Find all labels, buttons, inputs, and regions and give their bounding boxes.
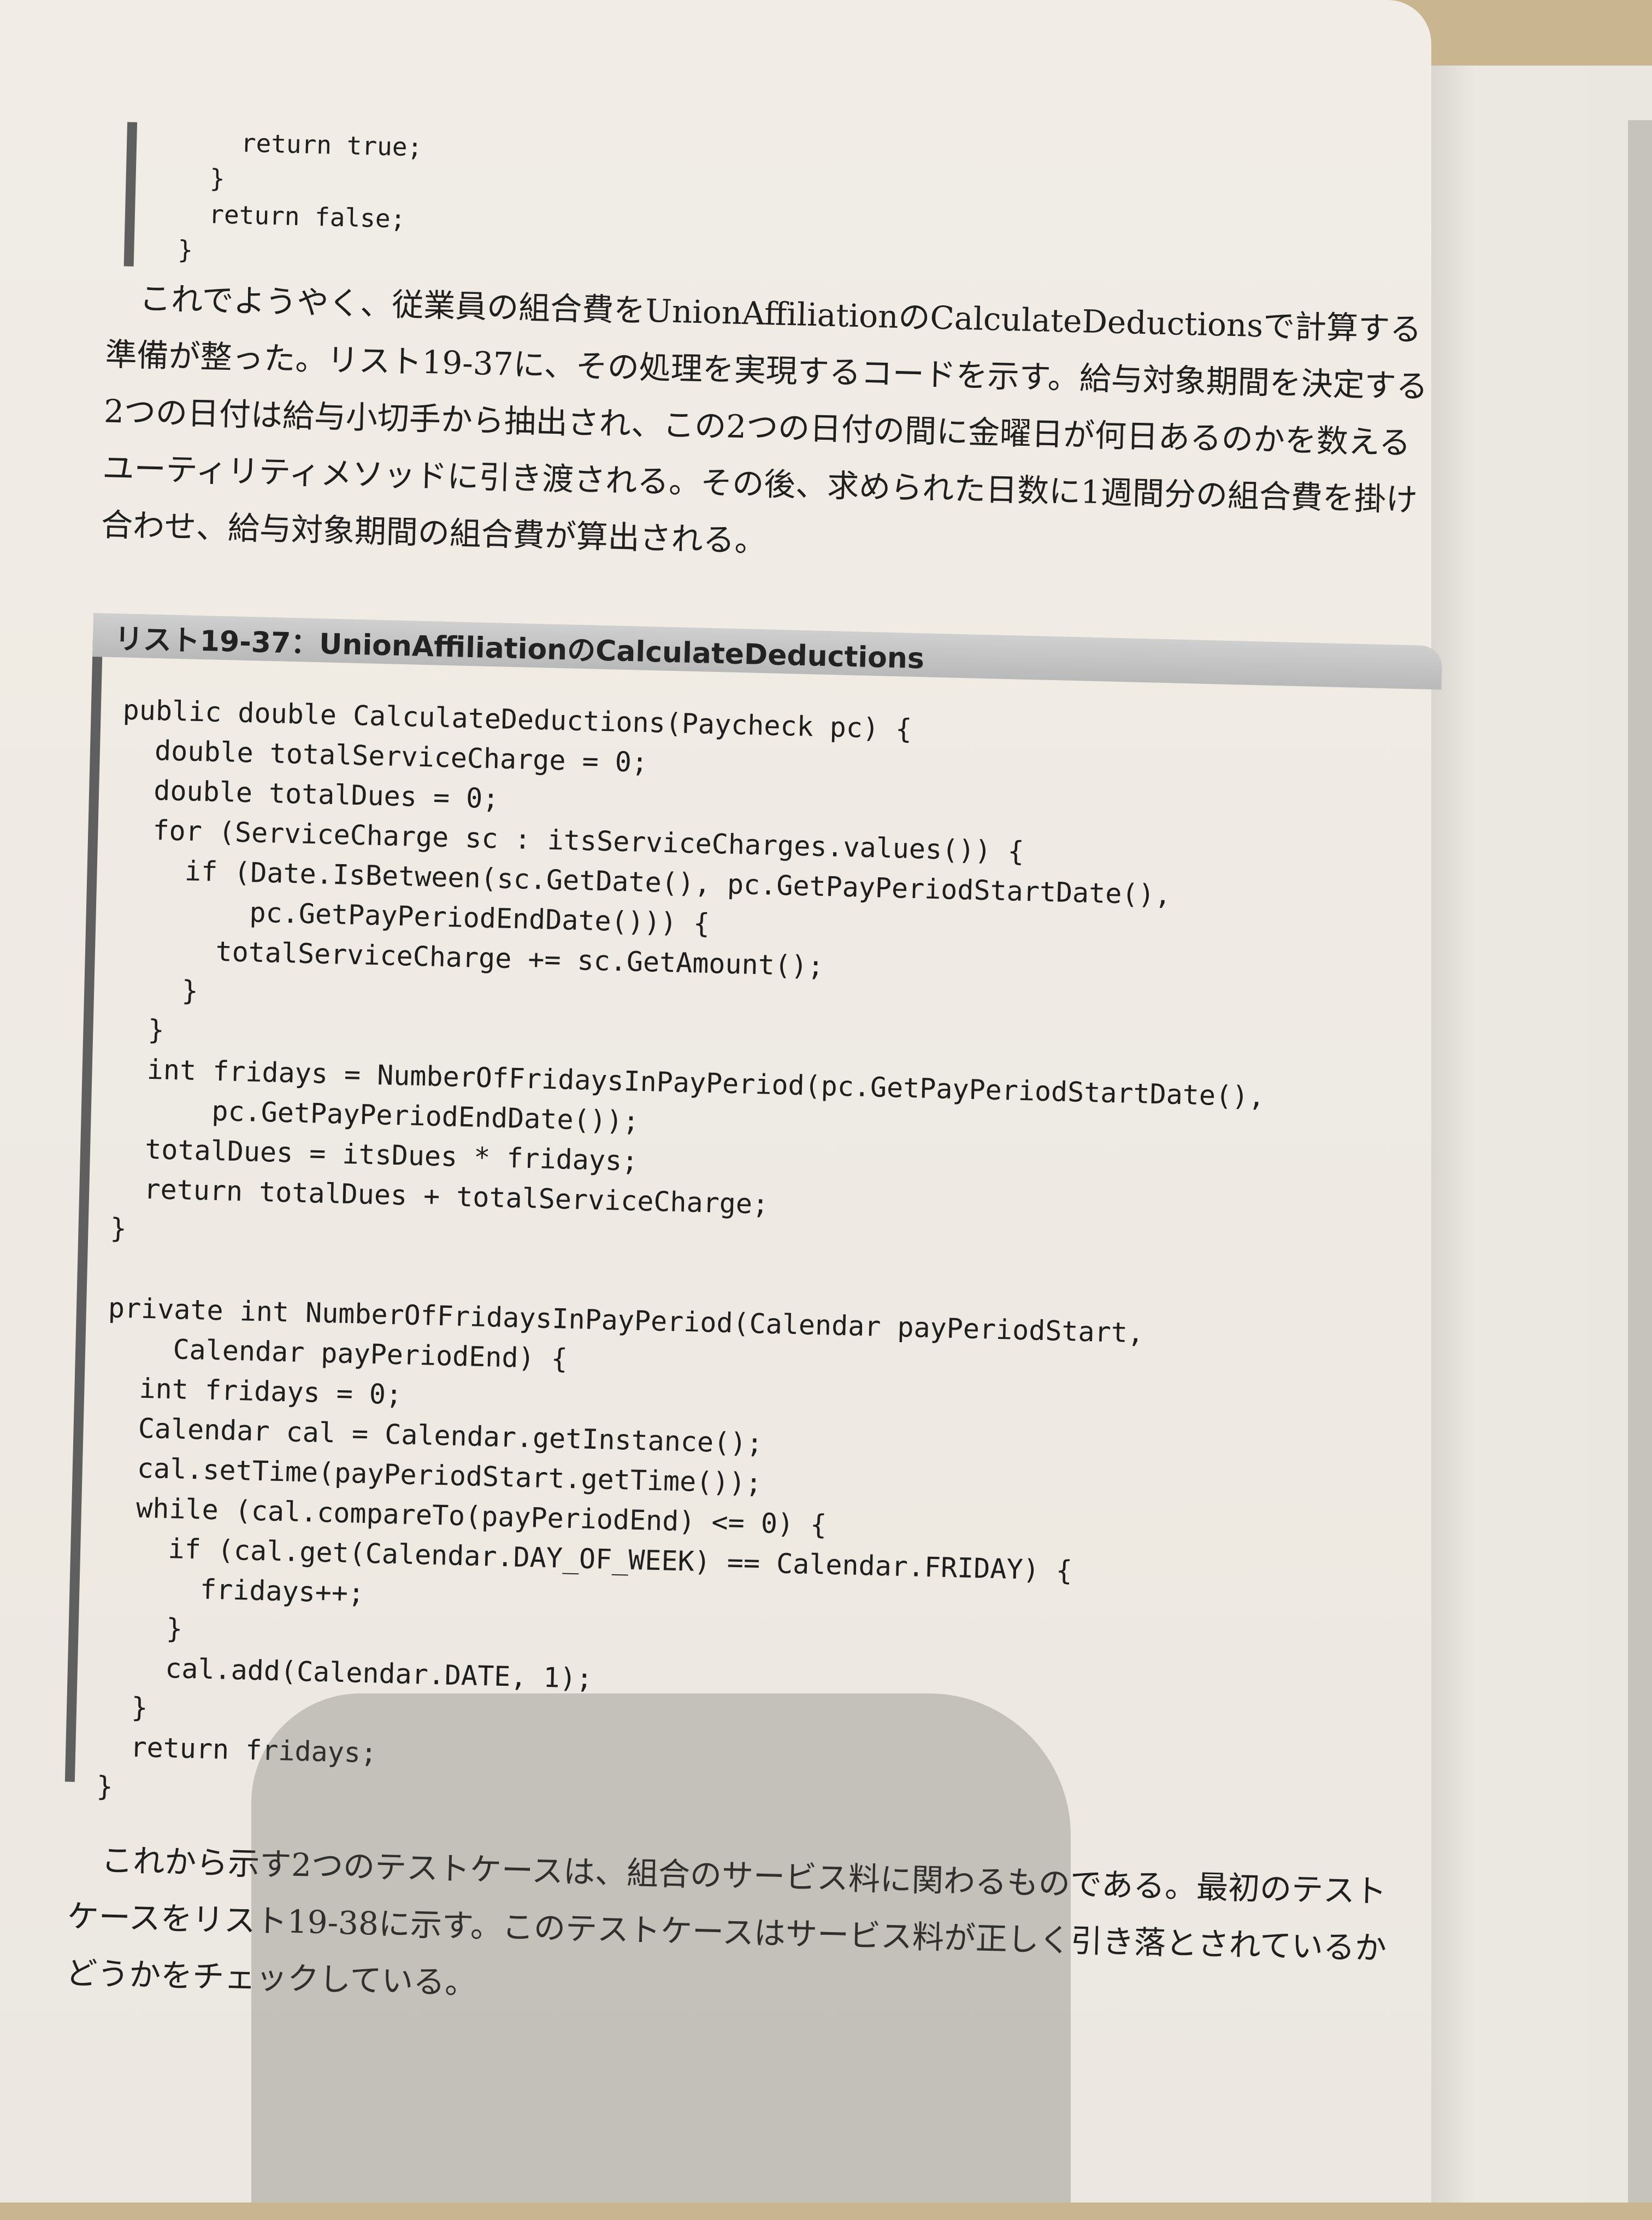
hand-shadow [251,1693,1071,2203]
listing-header: リスト19-37：UnionAffiliationのCalculateDeduc… [92,613,1443,690]
code-listing: リスト19-37：UnionAffiliationのCalculateDeduc… [64,613,1443,1815]
listing-code: public double CalculateDeductions(Payche… [96,694,1266,1803]
body-paragraph-1: これでようやく、従業員の組合費をUnionAffiliationのCalcula… [101,280,1429,560]
code-snippet-top: return true; } return false; } [123,122,423,274]
facing-page [1431,66,1652,2203]
listing-title: リスト19-37：UnionAffiliationのCalculateDeduc… [114,623,925,676]
page-edge [1628,120,1652,2203]
